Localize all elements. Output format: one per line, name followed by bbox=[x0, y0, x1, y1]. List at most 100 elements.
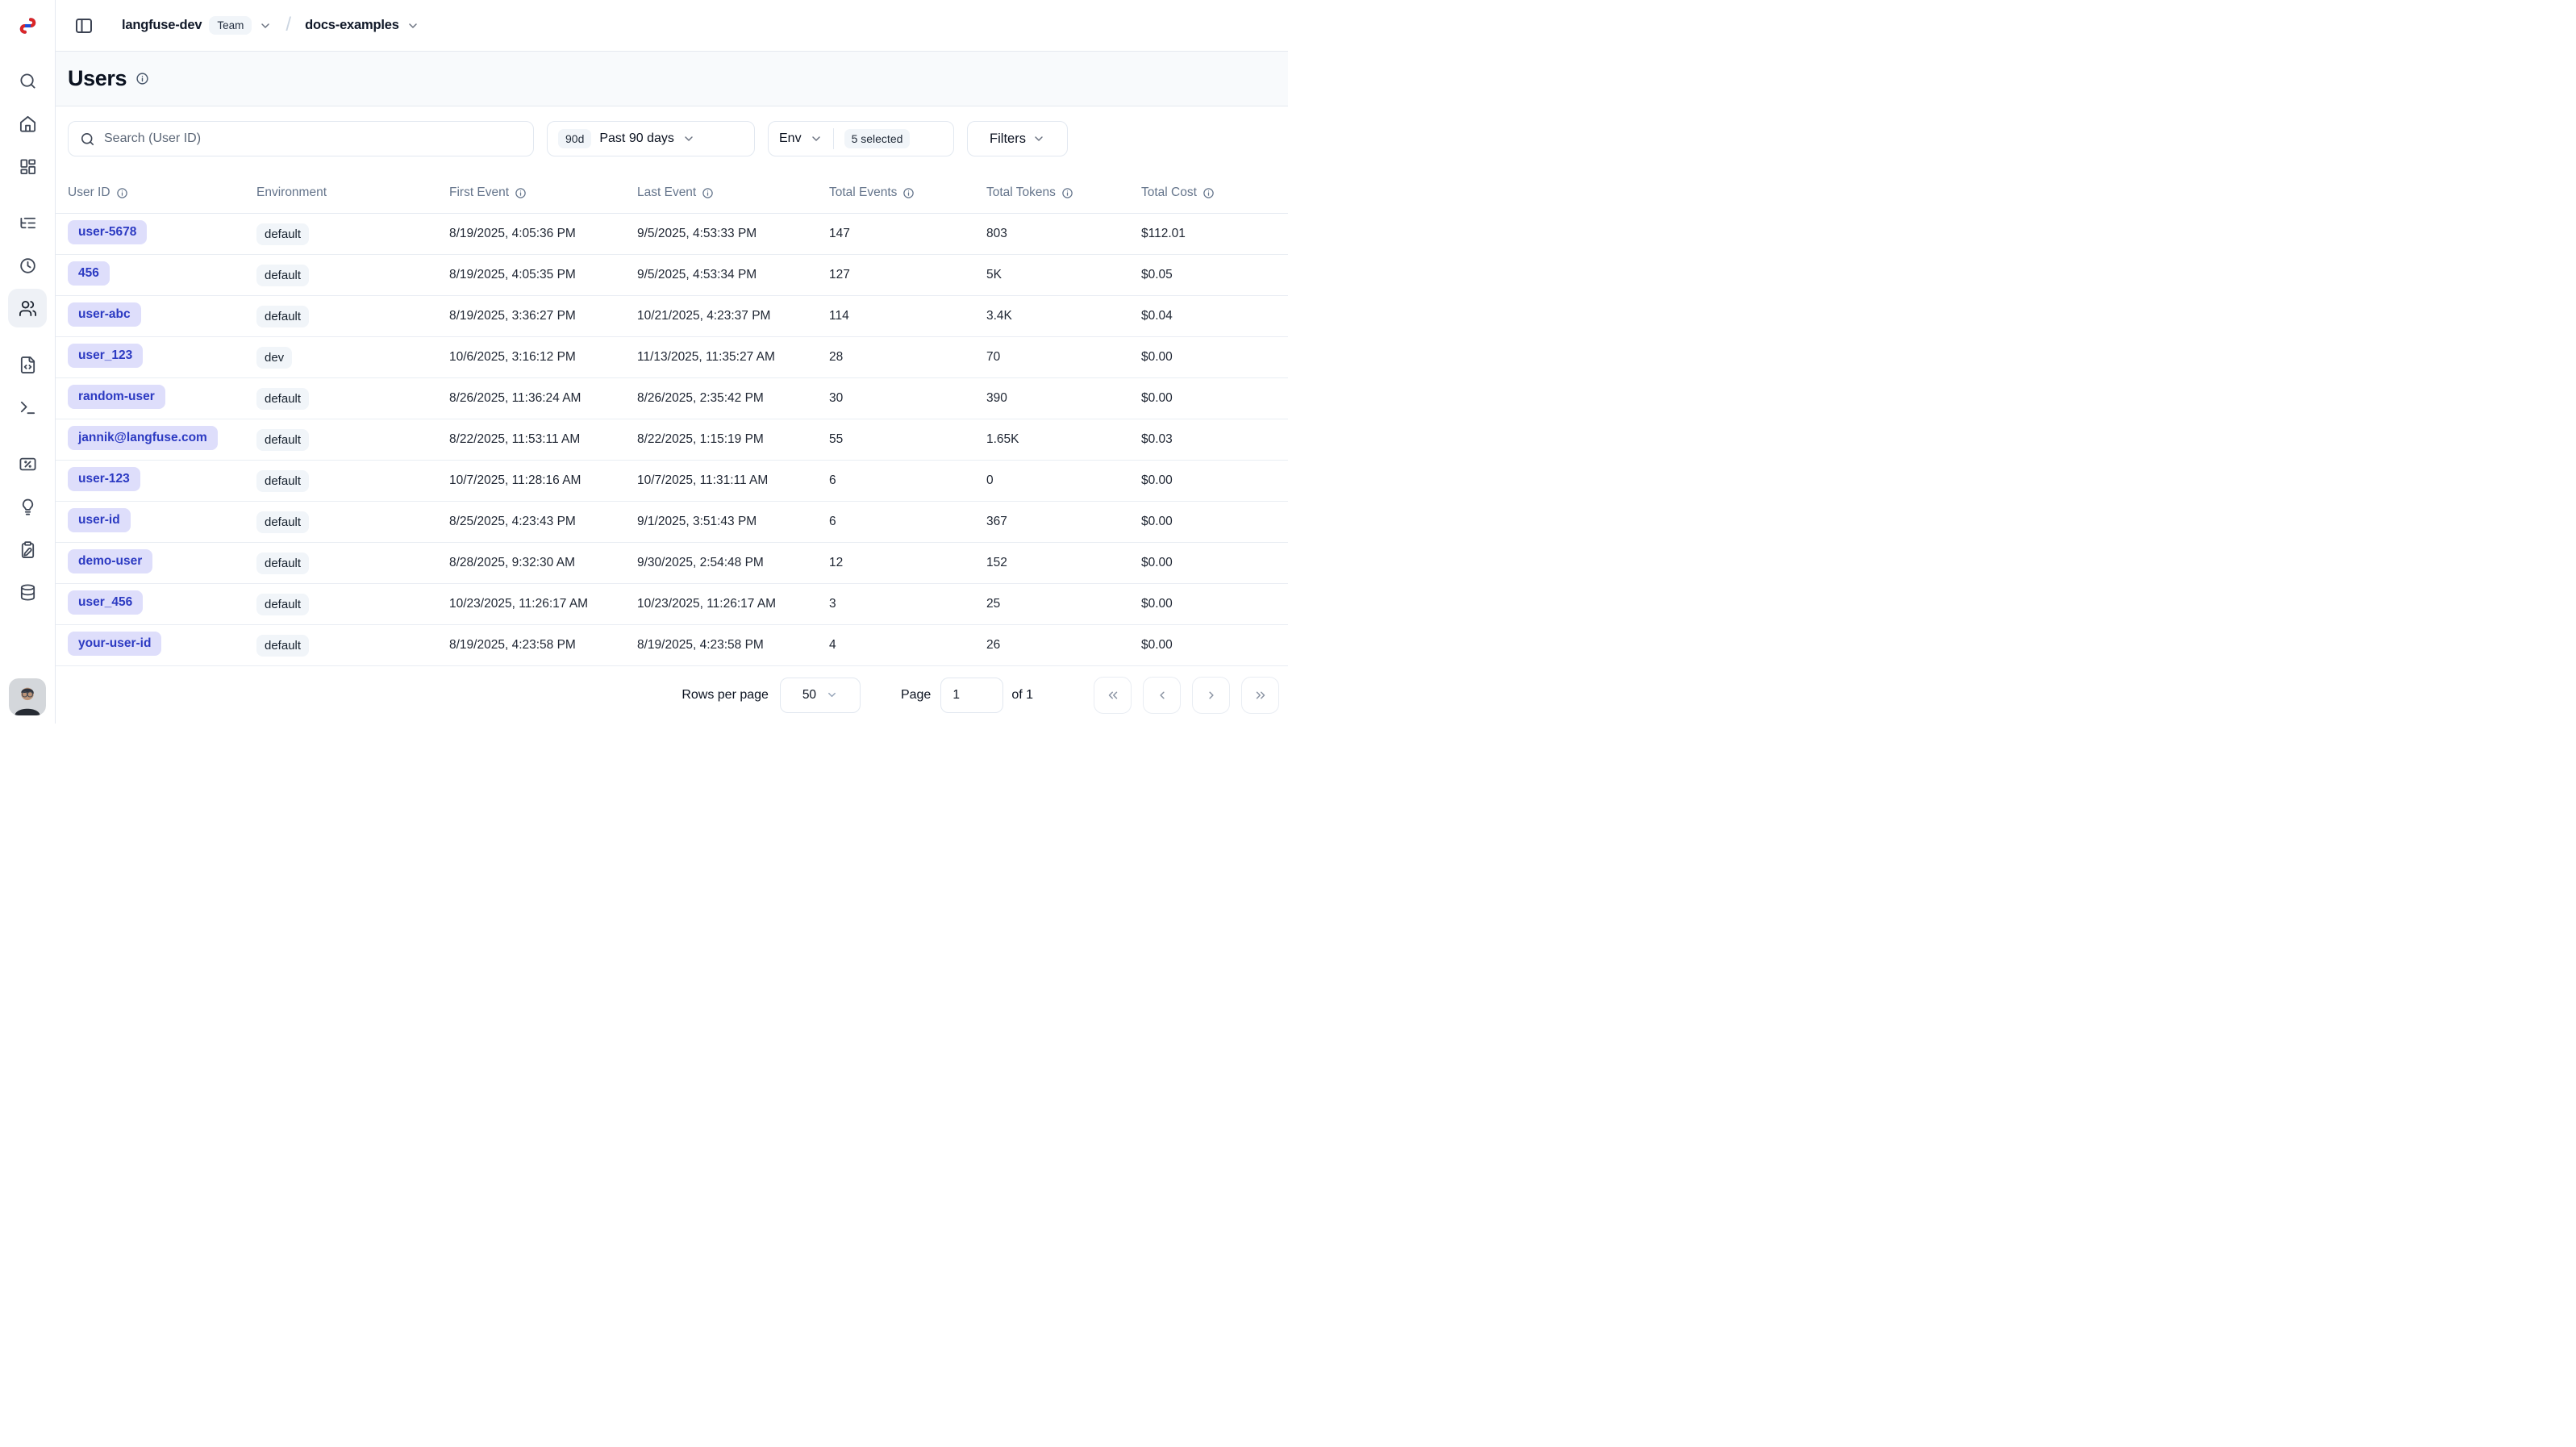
sidebar-item-tracing[interactable] bbox=[8, 203, 47, 242]
column-label: Last Event bbox=[637, 186, 696, 200]
org-plan-badge: Team bbox=[209, 16, 252, 35]
user-id-link[interactable]: jannik@langfuse.com bbox=[68, 426, 218, 450]
cell-total-events: 28 bbox=[829, 350, 986, 365]
user-id-link[interactable]: user_456 bbox=[68, 590, 143, 615]
cell-total-cost: $0.00 bbox=[1141, 473, 1279, 488]
sidebar-item-scores[interactable] bbox=[8, 444, 47, 483]
column-header-total-tokens[interactable]: Total Tokens bbox=[986, 186, 1141, 200]
page-info-icon[interactable] bbox=[135, 72, 149, 85]
cell-total-events: 55 bbox=[829, 432, 986, 447]
page-header: Users bbox=[56, 52, 1288, 106]
table-row[interactable]: your-user-iddefault8/19/2025, 4:23:58 PM… bbox=[56, 625, 1288, 666]
sidebar-item-home[interactable] bbox=[8, 104, 47, 143]
column-header-user-id[interactable]: User ID bbox=[68, 186, 256, 200]
first-page-button[interactable] bbox=[1094, 677, 1132, 714]
chevron-down-icon bbox=[406, 19, 419, 32]
sidebar-toggle-button[interactable] bbox=[70, 12, 98, 40]
table-row[interactable]: user-abcdefault8/19/2025, 3:36:27 PM10/2… bbox=[56, 296, 1288, 337]
sidebar-item-prompts[interactable] bbox=[8, 345, 47, 384]
cell-last-event: 8/22/2025, 1:15:19 PM bbox=[637, 432, 829, 447]
env-filter-label: Env bbox=[779, 131, 802, 146]
next-page-button[interactable] bbox=[1192, 677, 1230, 714]
table-row[interactable]: user-123default10/7/2025, 11:28:16 AM10/… bbox=[56, 461, 1288, 502]
env-selected-badge: 5 selected bbox=[844, 129, 911, 148]
user-id-link[interactable]: random-user bbox=[68, 385, 165, 409]
user-id-link[interactable]: user-5678 bbox=[68, 220, 147, 244]
cell-user-id: user_123 bbox=[68, 344, 256, 372]
cell-user-id: user_456 bbox=[68, 590, 256, 619]
table-row[interactable]: demo-userdefault8/28/2025, 9:32:30 AM9/3… bbox=[56, 543, 1288, 584]
org-name: langfuse-dev bbox=[122, 18, 202, 33]
sidebar-item-search[interactable] bbox=[8, 61, 47, 100]
cell-environment: default bbox=[256, 223, 449, 245]
user-id-link[interactable]: user-id bbox=[68, 508, 131, 532]
cell-first-event: 8/25/2025, 4:23:43 PM bbox=[449, 515, 637, 529]
page-label: Page bbox=[901, 688, 931, 703]
filters-button[interactable]: Filters bbox=[967, 121, 1068, 156]
column-label: Total Cost bbox=[1141, 186, 1197, 200]
cell-last-event: 8/26/2025, 2:35:42 PM bbox=[637, 391, 829, 406]
time-range-select[interactable]: 90d Past 90 days bbox=[547, 121, 755, 156]
column-header-first-event[interactable]: First Event bbox=[449, 186, 637, 200]
cell-first-event: 8/26/2025, 11:36:24 AM bbox=[449, 391, 637, 406]
cell-total-cost: $0.00 bbox=[1141, 391, 1279, 406]
home-icon bbox=[19, 115, 37, 133]
sidebar-item-database[interactable] bbox=[8, 573, 47, 611]
table-row[interactable]: user-5678default8/19/2025, 4:05:36 PM9/5… bbox=[56, 214, 1288, 255]
sidebar-item-playground[interactable] bbox=[8, 388, 47, 427]
column-header-total-events[interactable]: Total Events bbox=[829, 186, 986, 200]
cell-last-event: 10/23/2025, 11:26:17 AM bbox=[637, 597, 829, 611]
user-id-link[interactable]: your-user-id bbox=[68, 632, 161, 656]
column-header-last-event[interactable]: Last Event bbox=[637, 186, 829, 200]
cell-first-event: 10/23/2025, 11:26:17 AM bbox=[449, 597, 637, 611]
org-selector[interactable]: langfuse-dev Team bbox=[122, 16, 272, 35]
cell-total-events: 147 bbox=[829, 227, 986, 241]
column-header-total-cost[interactable]: Total Cost bbox=[1141, 186, 1279, 200]
scores-icon bbox=[19, 455, 37, 473]
previous-page-button[interactable] bbox=[1143, 677, 1181, 714]
user-id-link[interactable]: user_123 bbox=[68, 344, 143, 368]
user-id-link[interactable]: 456 bbox=[68, 261, 110, 286]
sidebar-item-datasets[interactable] bbox=[8, 530, 47, 569]
langfuse-logo[interactable] bbox=[0, 0, 55, 52]
cell-user-id: user-id bbox=[68, 508, 256, 536]
search-icon bbox=[19, 72, 37, 90]
cell-total-tokens: 803 bbox=[986, 227, 1141, 241]
sidebar-item-dashboard[interactable] bbox=[8, 147, 47, 186]
user-avatar[interactable] bbox=[9, 678, 46, 715]
environment-badge: default bbox=[256, 511, 309, 533]
table-row[interactable]: 456default8/19/2025, 4:05:35 PM9/5/2025,… bbox=[56, 255, 1288, 296]
table-row[interactable]: random-user default8/26/2025, 11:36:24 AM… bbox=[56, 378, 1288, 419]
user-id-link[interactable]: user-123 bbox=[68, 467, 140, 491]
cell-last-event: 9/5/2025, 4:53:33 PM bbox=[637, 227, 829, 241]
app-window: langfuse-dev Team / docs-examples Users bbox=[0, 0, 1288, 724]
sidebar-item-users[interactable] bbox=[8, 289, 47, 327]
table-row[interactable]: user_456default10/23/2025, 11:26:17 AM10… bbox=[56, 584, 1288, 625]
last-page-button[interactable] bbox=[1241, 677, 1279, 714]
page-number-input[interactable] bbox=[940, 678, 1003, 713]
column-header-environment[interactable]: Environment bbox=[256, 186, 449, 200]
search-input[interactable] bbox=[104, 131, 522, 146]
table-header-row: User IDEnvironmentFirst EventLast Event T… bbox=[56, 173, 1288, 214]
table-row[interactable]: user-iddefault8/25/2025, 4:23:43 PM9/1/2… bbox=[56, 502, 1288, 543]
environment-filter[interactable]: Env 5 selected bbox=[768, 121, 954, 156]
table-footer: Rows per page 50 Page of 1 bbox=[56, 666, 1288, 724]
table-row[interactable]: jannik@langfuse.comdefault8/22/2025, 11:… bbox=[56, 419, 1288, 461]
database-icon bbox=[19, 583, 37, 602]
project-selector[interactable]: docs-examples bbox=[305, 18, 419, 33]
cell-environment: default bbox=[256, 388, 449, 410]
panel-left-icon bbox=[74, 16, 94, 35]
sidebar-item-sessions[interactable] bbox=[8, 246, 47, 285]
table-row[interactable]: user_123dev10/6/2025, 3:16:12 PM11/13/20… bbox=[56, 337, 1288, 378]
user-id-link[interactable]: user-abc bbox=[68, 302, 141, 327]
user-id-link[interactable]: demo-user bbox=[68, 549, 152, 573]
cell-total-cost: $0.04 bbox=[1141, 309, 1279, 323]
rows-per-page-select[interactable]: 50 bbox=[780, 678, 861, 713]
filter-toolbar: 90d Past 90 days Env 5 selected Filters bbox=[68, 121, 1279, 156]
cell-first-event: 8/19/2025, 4:05:35 PM bbox=[449, 268, 637, 282]
rows-per-page-value: 50 bbox=[802, 688, 816, 703]
environment-badge: default bbox=[256, 306, 309, 327]
top-bar: langfuse-dev Team / docs-examples bbox=[56, 0, 1288, 52]
sidebar-item-llm-judge[interactable] bbox=[8, 487, 47, 526]
cell-total-events: 6 bbox=[829, 515, 986, 529]
